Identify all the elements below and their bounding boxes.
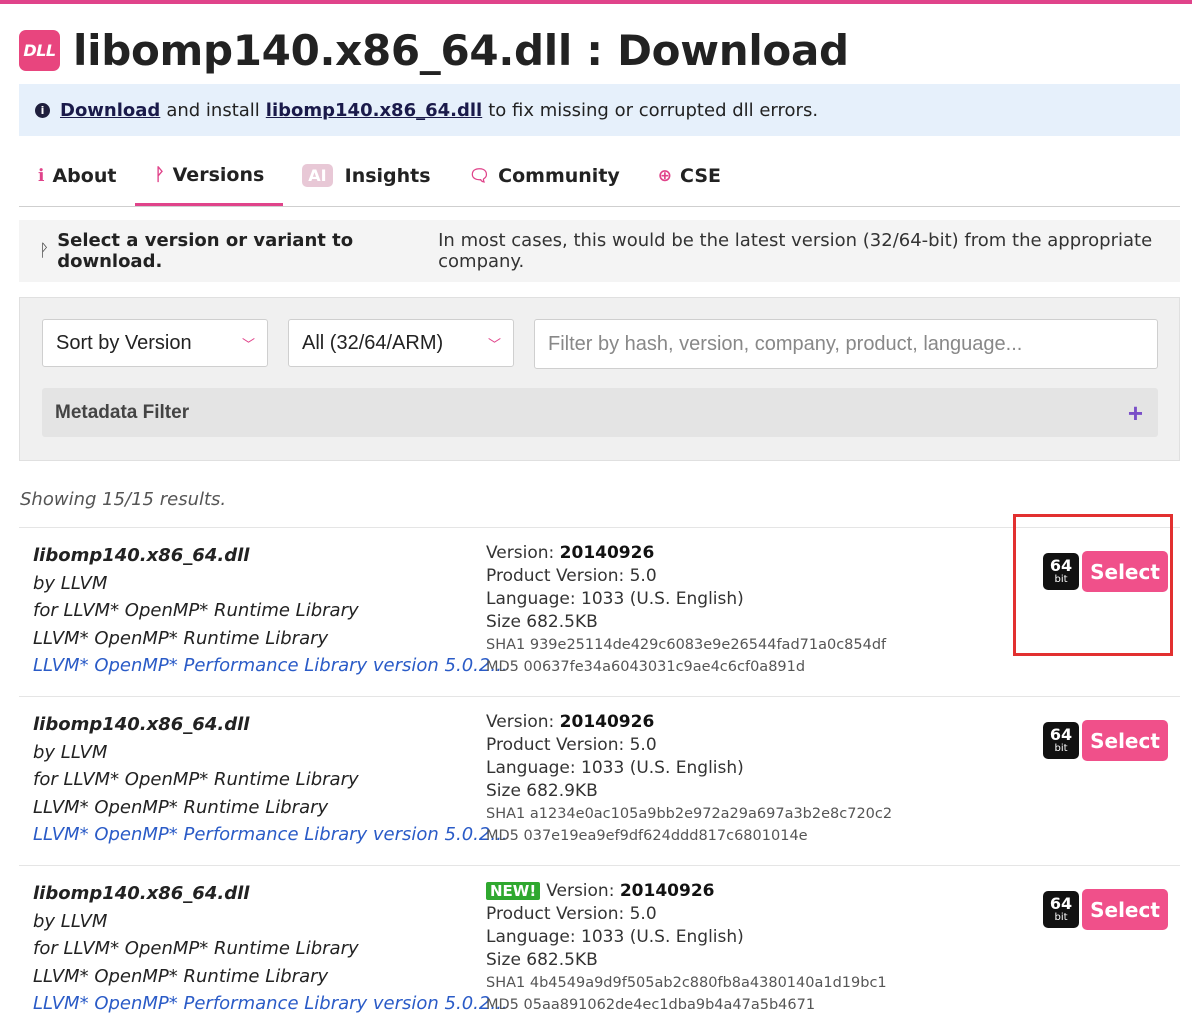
result-info: libomp140.x86_64.dll by LLVM for LLVM* O… xyxy=(33,880,508,1018)
tab-community[interactable]: 🗨 Community xyxy=(450,146,639,205)
result-for: for LLVM* OpenMP* Runtime Library xyxy=(33,769,359,790)
version-value: 20140926 xyxy=(619,881,715,901)
md5-hash: MD5 037e19ea9ef9df624ddd817c6801014e xyxy=(486,828,808,844)
dll-name-link[interactable]: libomp140.x86_64.dll xyxy=(266,100,482,121)
architecture-badge: 64 bit xyxy=(1043,891,1079,928)
sha1-hash: SHA1 939e25114de429c6083e9e26544fad71a0c… xyxy=(486,637,887,653)
filter-input[interactable] xyxy=(534,319,1158,369)
bits-label: bit xyxy=(1054,743,1068,754)
page-header: DLL libomp140.x86_64.dll : Download xyxy=(19,24,849,76)
bits-label: bit xyxy=(1054,912,1068,923)
bits-value: 64 xyxy=(1049,725,1073,744)
result-filename: libomp140.x86_64.dll xyxy=(33,714,250,735)
result-filename: libomp140.x86_64.dll xyxy=(33,545,250,566)
select-button[interactable]: Select xyxy=(1082,889,1168,930)
file-size: Size 682.5KB xyxy=(486,612,598,632)
info-banner: i Download and install libomp140.x86_64.… xyxy=(19,84,1180,136)
product-version: Product Version: 5.0 xyxy=(486,566,657,586)
info-icon: ℹ xyxy=(38,165,45,186)
language: Language: 1033 (U.S. English) xyxy=(486,927,744,947)
sha1-hash: SHA1 4b4549a9d9f505ab2c880fb8a4380140a1d… xyxy=(486,975,887,991)
metadata-filter[interactable]: Metadata Filter + xyxy=(42,388,1158,437)
chevron-down-icon: ﹀ xyxy=(241,337,255,352)
file-size: Size 682.5KB xyxy=(486,950,598,970)
version-prompt: ᚹ Select a version or variant to downloa… xyxy=(19,220,1180,282)
language: Language: 1033 (U.S. English) xyxy=(486,589,744,609)
plus-icon[interactable]: + xyxy=(1128,398,1143,429)
result-for: for LLVM* OpenMP* Runtime Library xyxy=(33,600,359,621)
version-value: 20140926 xyxy=(559,712,655,732)
magnifier-icon: ⊕ xyxy=(657,165,673,186)
result-description-link[interactable]: LLVM* OpenMP* Performance Library versio… xyxy=(33,821,508,849)
tab-bar: ℹ About ᚹ Versions AI Insights 🗨 Communi… xyxy=(19,146,1180,207)
result-description-link[interactable]: LLVM* OpenMP* Performance Library versio… xyxy=(33,652,508,680)
result-details: NEW! Version: 20140926 Product Version: 5… xyxy=(486,880,887,1016)
result-info: libomp140.x86_64.dll by LLVM for LLVM* O… xyxy=(33,711,508,849)
result-description-link[interactable]: LLVM* OpenMP* Performance Library versio… xyxy=(33,990,508,1018)
download-link[interactable]: Download xyxy=(60,100,160,121)
tab-about[interactable]: ℹ About xyxy=(19,146,135,205)
results-count: Showing 15/15 results. xyxy=(20,489,227,510)
select-button[interactable]: Select xyxy=(1082,720,1168,761)
tab-label: Versions xyxy=(172,163,265,186)
result-for: for LLVM* OpenMP* Runtime Library xyxy=(33,938,359,959)
tab-insights[interactable]: AI Insights xyxy=(283,146,449,205)
md5-hash: MD5 00637fe34a6043031c9ae4c6cf0a891d xyxy=(486,659,806,675)
prompt-bold: Select a version or variant to download. xyxy=(57,230,354,272)
product-version: Product Version: 5.0 xyxy=(486,735,657,755)
sort-select[interactable]: Sort by Version ﹀ xyxy=(42,319,268,367)
top-accent-line xyxy=(0,0,1192,4)
tab-label: About xyxy=(52,164,117,187)
filter-panel: Sort by Version ﹀ All (32/64/ARM) ﹀ Meta… xyxy=(19,297,1180,461)
tab-label: CSE xyxy=(680,164,722,187)
sort-select-value: Sort by Version xyxy=(56,331,192,354)
highlight-box xyxy=(1013,514,1173,656)
branch-icon: ᚹ xyxy=(39,241,50,261)
result-company: by LLVM xyxy=(33,741,108,763)
version-value: 20140926 xyxy=(559,543,655,563)
metadata-filter-label: Metadata Filter xyxy=(55,401,190,423)
version-label: Version: xyxy=(486,543,555,563)
result-company: by LLVM xyxy=(33,572,108,594)
version-label: Version: xyxy=(486,712,555,732)
chevron-down-icon: ﹀ xyxy=(487,337,501,352)
result-row: libomp140.x86_64.dll by LLVM for LLVM* O… xyxy=(19,527,1180,696)
product-version: Product Version: 5.0 xyxy=(486,904,657,924)
sha1-hash: SHA1 a1234e0ac105a9bb2e972a29a697a3b2e8c… xyxy=(486,806,893,822)
tab-label: Insights xyxy=(344,164,431,187)
result-row: libomp140.x86_64.dll by LLVM for LLVM* O… xyxy=(19,696,1180,865)
bits-value: 64 xyxy=(1049,894,1073,913)
prompt-text: In most cases, this would be the latest … xyxy=(438,230,1153,272)
architecture-select-value: All (32/64/ARM) xyxy=(302,331,444,354)
dll-logo[interactable]: DLL xyxy=(19,29,60,71)
result-product: LLVM* OpenMP* Runtime Library xyxy=(33,965,329,987)
language: Language: 1033 (U.S. English) xyxy=(486,758,744,778)
result-company: by LLVM xyxy=(33,910,108,932)
result-product: LLVM* OpenMP* Runtime Library xyxy=(33,796,329,818)
chat-icon: 🗨 xyxy=(468,165,491,186)
tab-label: Community xyxy=(498,164,620,187)
new-badge: NEW! xyxy=(486,882,541,900)
branch-icon: ᚹ xyxy=(154,164,165,185)
result-info: libomp140.x86_64.dll by LLVM for LLVM* O… xyxy=(33,542,508,680)
file-size: Size 682.9KB xyxy=(486,781,598,801)
banner-text: and install xyxy=(166,99,260,121)
banner-text-end: to fix missing or corrupted dll errors. xyxy=(488,99,819,121)
page-title: libomp140.x86_64.dll : Download xyxy=(73,25,849,75)
md5-hash: MD5 05aa891062de4ec1dba9b4a47a5b4671 xyxy=(486,997,816,1013)
ai-icon: AI xyxy=(302,164,333,187)
tab-cse[interactable]: ⊕ CSE xyxy=(639,146,740,205)
result-row: libomp140.x86_64.dll by LLVM for LLVM* O… xyxy=(19,865,1180,1034)
info-icon: i xyxy=(35,102,50,118)
version-label: Version: xyxy=(546,881,615,901)
tab-versions[interactable]: ᚹ Versions xyxy=(135,146,284,206)
result-filename: libomp140.x86_64.dll xyxy=(33,883,250,904)
result-details: Version: 20140926 Product Version: 5.0 L… xyxy=(486,711,892,847)
architecture-select[interactable]: All (32/64/ARM) ﹀ xyxy=(288,319,514,367)
result-details: Version: 20140926 Product Version: 5.0 L… xyxy=(486,542,886,678)
architecture-badge: 64 bit xyxy=(1043,722,1079,759)
result-product: LLVM* OpenMP* Runtime Library xyxy=(33,627,329,649)
